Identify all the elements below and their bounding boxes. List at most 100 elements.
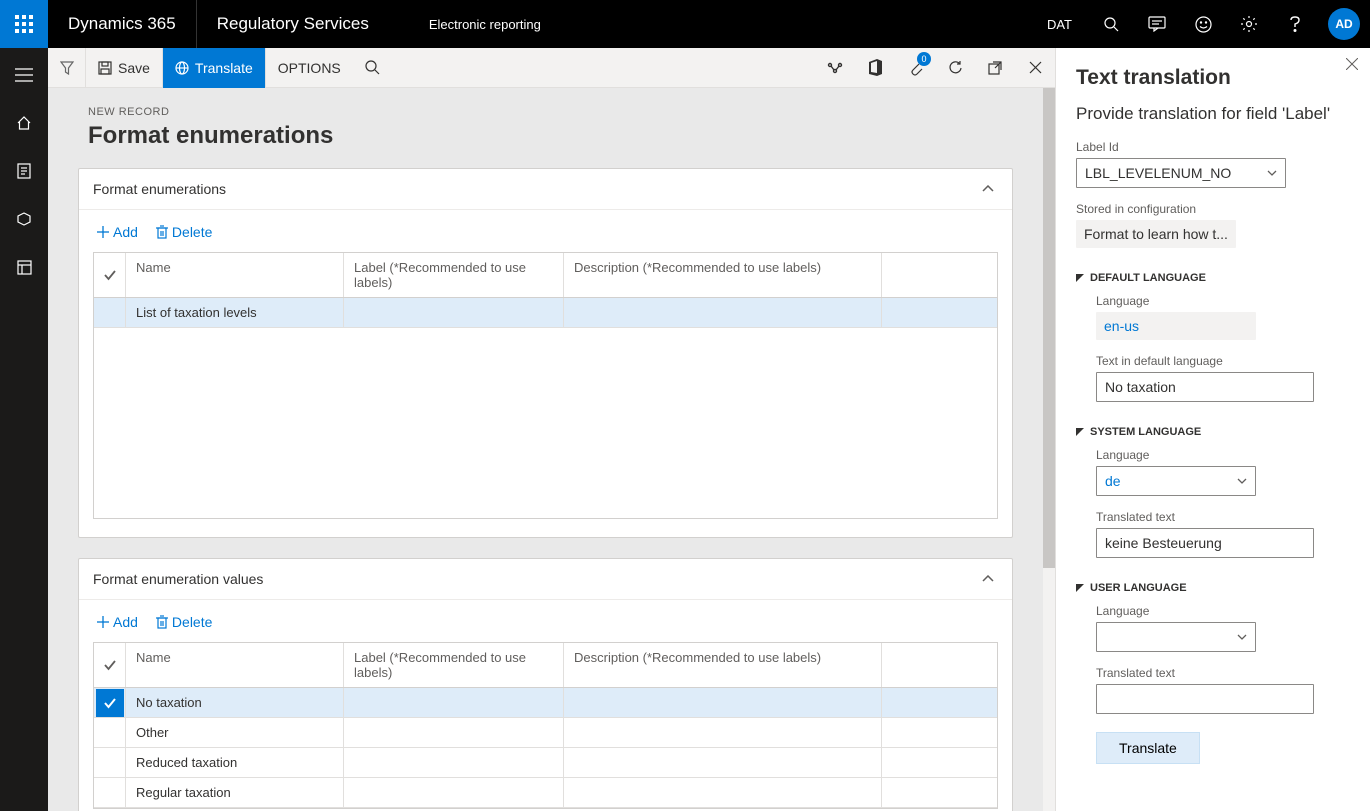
popout-icon[interactable] [975, 48, 1015, 88]
panel-title: Format enumerations [93, 181, 978, 197]
help-icon[interactable] [1272, 0, 1318, 48]
format-enumerations-panel: Format enumerations Add [78, 168, 1013, 538]
filter-icon[interactable] [48, 48, 86, 88]
office-icon[interactable] [855, 48, 895, 88]
save-button[interactable]: Save [86, 48, 163, 88]
pane-subtitle: Provide translation for field 'Label' [1076, 104, 1350, 124]
close-icon[interactable] [1015, 48, 1055, 88]
brand-label[interactable]: Dynamics 365 [48, 0, 197, 48]
smiley-icon[interactable] [1180, 0, 1226, 48]
cell-name[interactable]: List of taxation levels [126, 298, 344, 327]
cell-label[interactable] [344, 718, 564, 747]
workspace-icon[interactable] [0, 204, 48, 234]
delete-button[interactable]: Delete [156, 614, 212, 630]
select-all-checkbox[interactable] [94, 253, 126, 297]
plus-icon [97, 226, 109, 238]
cell-desc[interactable] [564, 778, 882, 807]
navigation-rail [0, 48, 48, 811]
default-text-input[interactable]: No taxation [1096, 372, 1314, 402]
panel-title: Format enumeration values [93, 571, 978, 587]
user-lang-label: Language [1096, 604, 1350, 618]
refresh-icon[interactable] [935, 48, 975, 88]
scrollbar[interactable] [1043, 88, 1055, 811]
user-text-label: Translated text [1096, 666, 1350, 680]
user-lang-dropdown[interactable] [1096, 622, 1256, 652]
system-language-section[interactable]: SYSTEM LANGUAGE [1076, 426, 1350, 438]
table-row[interactable]: List of taxation levels [94, 298, 997, 328]
caret-icon [1076, 428, 1084, 436]
row-checkbox[interactable] [94, 718, 126, 747]
values-grid: Name Label (*Recommended to use labels) … [93, 642, 998, 809]
cell-desc[interactable] [564, 298, 882, 327]
user-language-section[interactable]: USER LANGUAGE [1076, 582, 1350, 594]
cell-name[interactable]: No taxation [126, 688, 344, 717]
add-button[interactable]: Add [97, 614, 138, 630]
chevron-up-icon [978, 179, 998, 199]
table-row[interactable]: No taxation [94, 688, 997, 718]
options-button[interactable]: OPTIONS [266, 48, 353, 88]
table-row[interactable]: Other [94, 718, 997, 748]
cell-label[interactable] [344, 748, 564, 777]
legal-entity[interactable]: DAT [1031, 17, 1088, 32]
pane-title: Text translation [1076, 66, 1350, 90]
col-label[interactable]: Label (*Recommended to use labels) [344, 643, 564, 687]
cell-label[interactable] [344, 778, 564, 807]
system-lang-dropdown[interactable]: de [1096, 466, 1256, 496]
default-language-section[interactable]: DEFAULT LANGUAGE [1076, 272, 1350, 284]
col-label[interactable]: Label (*Recommended to use labels) [344, 253, 564, 297]
attachments-icon[interactable]: 0 [895, 48, 935, 88]
home-icon[interactable] [0, 108, 48, 138]
chat-icon[interactable] [1134, 0, 1180, 48]
col-name[interactable]: Name [126, 643, 344, 687]
options-label: OPTIONS [278, 60, 341, 76]
cell-label[interactable] [344, 688, 564, 717]
cell-desc[interactable] [564, 748, 882, 777]
stored-value: Format to learn how t... [1076, 220, 1236, 248]
module-label[interactable]: Regulatory Services [197, 0, 389, 48]
module-icon[interactable] [0, 252, 48, 282]
row-checkbox[interactable] [94, 778, 126, 807]
caret-icon [1076, 584, 1084, 592]
format-enumeration-values-panel: Format enumeration values Add [78, 558, 1013, 811]
user-text-input[interactable] [1096, 684, 1314, 714]
gear-icon[interactable] [1226, 0, 1272, 48]
enumerations-grid: Name Label (*Recommended to use labels) … [93, 252, 998, 519]
label-id-dropdown[interactable]: LBL_LEVELENUM_NO [1076, 158, 1286, 188]
table-row[interactable]: Reduced taxation [94, 748, 997, 778]
breadcrumb[interactable]: Electronic reporting [389, 17, 581, 32]
panel-header[interactable]: Format enumerations [79, 169, 1012, 210]
app-launcher-button[interactable] [0, 0, 48, 48]
system-text-input[interactable]: keine Besteuerung [1096, 528, 1314, 558]
default-lang-value[interactable]: en-us [1096, 312, 1256, 340]
cell-name[interactable]: Regular taxation [126, 778, 344, 807]
chevron-down-icon [1237, 478, 1247, 484]
recent-icon[interactable] [0, 156, 48, 186]
search-icon[interactable] [1088, 0, 1134, 48]
close-pane-icon[interactable] [1346, 58, 1358, 70]
col-name[interactable]: Name [126, 253, 344, 297]
connector-icon[interactable] [815, 48, 855, 88]
search-action-icon[interactable] [353, 48, 393, 88]
avatar[interactable]: AD [1328, 8, 1360, 40]
delete-button[interactable]: Delete [156, 224, 212, 240]
col-desc[interactable]: Description (*Recommended to use labels) [564, 643, 882, 687]
row-checkbox[interactable] [94, 748, 126, 777]
cell-name[interactable]: Reduced taxation [126, 748, 344, 777]
cell-label[interactable] [344, 298, 564, 327]
menu-icon[interactable] [0, 60, 48, 90]
add-button[interactable]: Add [97, 224, 138, 240]
select-all-checkbox[interactable] [94, 643, 126, 687]
delete-label: Delete [172, 614, 212, 630]
translate-button[interactable]: Translate [163, 48, 266, 88]
cell-desc[interactable] [564, 688, 882, 717]
table-row[interactable]: Regular taxation [94, 778, 997, 808]
cell-desc[interactable] [564, 718, 882, 747]
row-checkbox[interactable] [94, 298, 126, 327]
cell-name[interactable]: Other [126, 718, 344, 747]
translate-action-button[interactable]: Translate [1096, 732, 1200, 764]
col-desc[interactable]: Description (*Recommended to use labels) [564, 253, 882, 297]
label-id-label: Label Id [1076, 140, 1350, 154]
panel-header[interactable]: Format enumeration values [79, 559, 1012, 600]
globe-icon [175, 61, 189, 75]
row-checkbox[interactable] [94, 688, 126, 717]
